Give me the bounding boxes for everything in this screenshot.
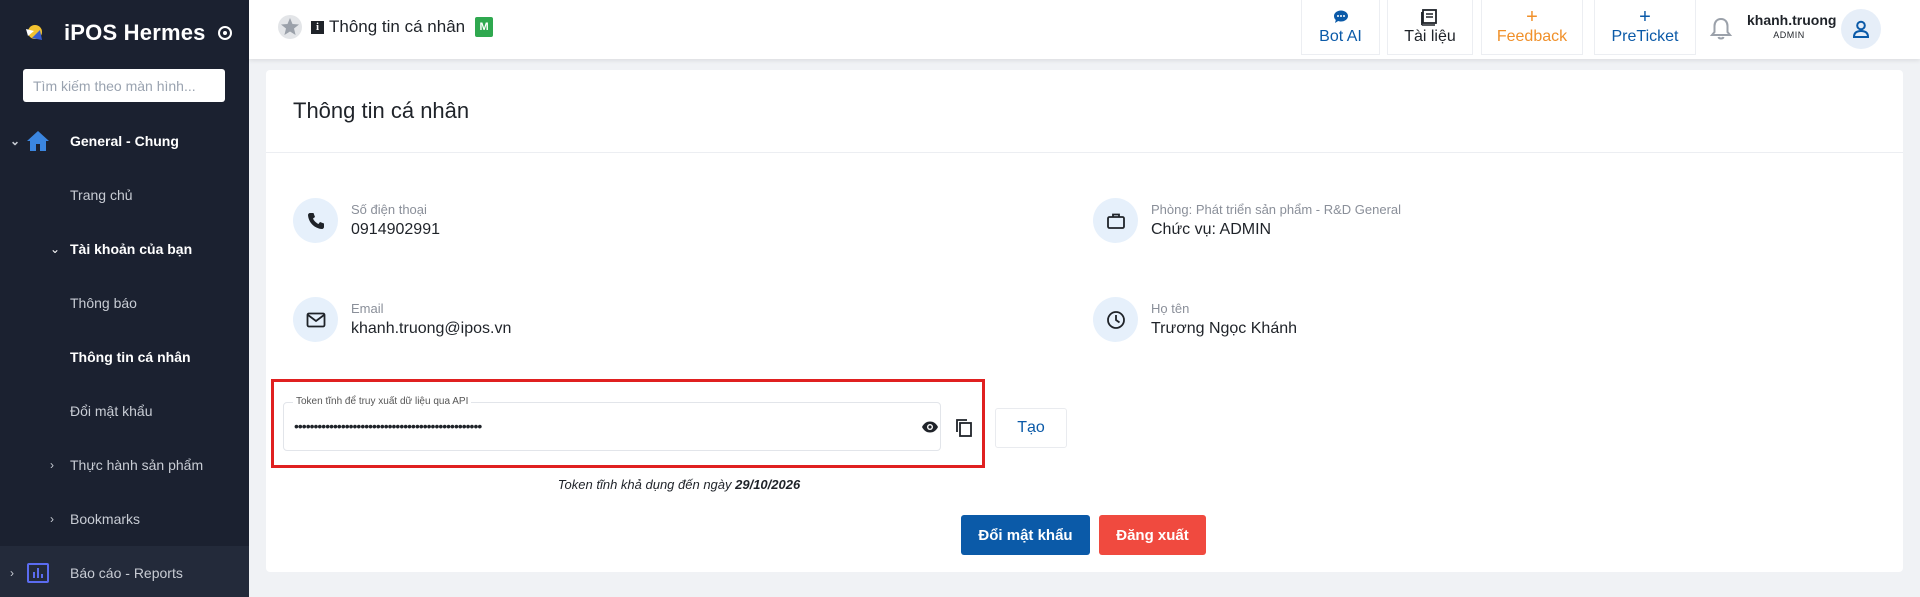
copy-icon[interactable]	[955, 418, 973, 438]
sidebar-item-label: General - Chung	[70, 133, 179, 149]
sidebar: iPOS Hermes ⌄ General - Chung Trang chủ …	[0, 0, 249, 597]
user-info[interactable]: khanh.truong ADMIN	[1747, 12, 1837, 40]
bar-chart-icon	[27, 563, 49, 583]
info-icon: i	[311, 20, 324, 34]
sidebar-item-label: Đổi mật khẩu	[70, 403, 153, 419]
feedback-button[interactable]: + Feedback	[1481, 0, 1583, 55]
position-value: Chức vụ: ADMIN	[1151, 221, 1272, 238]
email-row: Email khanh.truong@ipos.vn	[293, 297, 511, 342]
fullname-value: Trương Ngọc Khánh	[1151, 320, 1298, 337]
chat-bubble-icon	[1333, 10, 1348, 23]
avatar[interactable]	[1841, 9, 1881, 49]
bot-ai-label: Bot AI	[1319, 28, 1362, 45]
phone-label: Số điện thoại	[351, 202, 427, 217]
briefcase-icon	[1106, 213, 1125, 229]
book-icon	[1421, 8, 1437, 26]
fullname-row: Họ tên Trương Ngọc Khánh	[1093, 297, 1297, 342]
sidebar-item-home[interactable]: Trang chủ	[0, 168, 249, 222]
chevron-right-icon: ›	[10, 566, 14, 580]
user-role: ADMIN	[1773, 30, 1805, 40]
target-icon[interactable]	[217, 26, 232, 40]
feedback-label: Feedback	[1496, 28, 1568, 45]
star-icon[interactable]	[277, 14, 303, 40]
token-availability: Token tĩnh khả dụng đến ngày 29/10/2026	[266, 477, 1062, 492]
chevron-right-icon: ›	[50, 512, 54, 526]
bell-icon[interactable]	[1709, 16, 1733, 42]
eye-icon[interactable]	[921, 420, 939, 434]
chevron-down-icon: ⌄	[10, 134, 21, 148]
sidebar-item-general[interactable]: ⌄ General - Chung	[0, 114, 249, 168]
api-token-value: ••••••••••••••••••••••••••••••••••••••••…	[294, 418, 482, 434]
sidebar-item-label: Thông tin cá nhân	[70, 349, 191, 365]
sidebar-item-label: Trang chủ	[70, 187, 133, 203]
sidebar-item-product-practice[interactable]: › Thực hành sản phẩm	[0, 438, 249, 492]
docs-button[interactable]: Tài liệu	[1387, 0, 1473, 55]
create-token-button[interactable]: Tạo	[995, 408, 1067, 448]
card-title: Thông tin cá nhân	[266, 70, 1903, 153]
token-expiry-date: 29/10/2026	[735, 477, 801, 492]
sidebar-item-account[interactable]: ⌄ Tài khoản của bạn	[0, 222, 249, 276]
api-token-label: Token tĩnh để truy xuất dữ liệu qua API	[293, 396, 472, 407]
brand[interactable]: iPOS Hermes	[22, 18, 232, 48]
department-label: Phòng: Phát triển sản phẩm - R&D General	[1151, 202, 1402, 217]
mail-icon	[306, 312, 325, 327]
user-name: khanh.truong	[1747, 12, 1837, 28]
email-label: Email	[351, 301, 384, 316]
sidebar-search-input[interactable]	[23, 69, 225, 102]
plus-icon: +	[1639, 5, 1651, 28]
sidebar-item-label: Tài khoản của bạn	[70, 241, 193, 257]
sidebar-item-bookmarks[interactable]: › Bookmarks	[0, 492, 249, 546]
docs-label: Tài liệu	[1404, 28, 1456, 45]
user-icon	[1852, 20, 1870, 38]
topbar: i Thông tin cá nhân M Bot AI Tài liệu + …	[249, 0, 1920, 59]
clock-icon	[1106, 310, 1125, 329]
department-row: Phòng: Phát triển sản phẩm - R&D General…	[1093, 198, 1401, 243]
logout-button[interactable]: Đăng xuất	[1099, 515, 1206, 555]
sidebar-item-label: Thông báo	[70, 295, 137, 311]
change-password-button[interactable]: Đổi mật khẩu	[961, 515, 1090, 555]
bot-ai-button[interactable]: Bot AI	[1301, 0, 1380, 55]
api-token-field[interactable]: Token tĩnh để truy xuất dữ liệu qua API …	[283, 396, 941, 451]
token-availability-text: Token tĩnh khả dụng đến ngày	[557, 477, 736, 492]
preticket-button[interactable]: + PreTicket	[1594, 0, 1696, 55]
sidebar-item-label: Bookmarks	[70, 511, 141, 527]
home-icon	[27, 131, 49, 151]
profile-card: Thông tin cá nhân Số điện thoại 09149029…	[266, 70, 1903, 572]
phone-row: Số điện thoại 0914902991	[293, 198, 440, 243]
menu-badge: M	[475, 17, 494, 37]
sidebar-item-change-password[interactable]: Đổi mật khẩu	[0, 384, 249, 438]
phone-value: 0914902991	[351, 221, 440, 238]
sidebar-item-reports[interactable]: › Báo cáo - Reports	[0, 546, 249, 597]
page-title: Thông tin cá nhân	[329, 17, 466, 36]
plus-icon: +	[1526, 5, 1538, 28]
sidebar-item-label: Thực hành sản phẩm	[70, 457, 204, 473]
email-value: khanh.truong@ipos.vn	[351, 320, 512, 337]
brand-name: iPOS Hermes	[64, 20, 206, 45]
sidebar-item-personal-info[interactable]: Thông tin cá nhân	[0, 330, 249, 384]
fullname-label: Họ tên	[1151, 301, 1190, 316]
hermes-logo-icon	[26, 25, 42, 40]
sidebar-item-notifications[interactable]: Thông báo	[0, 276, 249, 330]
chevron-down-icon: ⌄	[50, 242, 61, 256]
phone-icon	[307, 212, 324, 229]
breadcrumb: i Thông tin cá nhân M	[277, 14, 494, 40]
sidebar-item-label: Báo cáo - Reports	[70, 565, 183, 581]
chevron-right-icon: ›	[50, 458, 54, 472]
preticket-label: PreTicket	[1611, 28, 1679, 45]
